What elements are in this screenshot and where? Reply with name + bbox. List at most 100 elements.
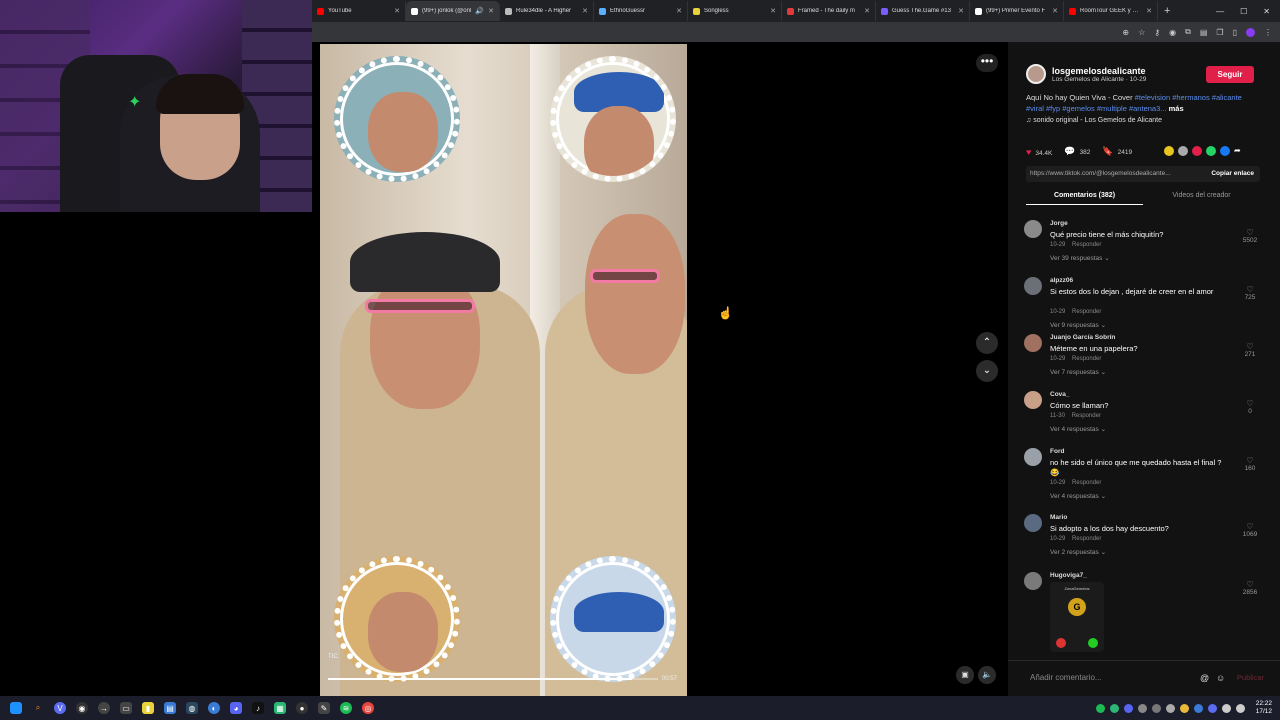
comment-avatar[interactable] [1024, 220, 1042, 238]
extension-key-icon[interactable]: ⚷ [1154, 28, 1160, 37]
close-tab-icon[interactable]: ✕ [770, 7, 776, 15]
close-tab-icon[interactable]: ✕ [582, 7, 588, 15]
obs-icon[interactable]: ● [296, 702, 308, 714]
tray-network-icon[interactable] [1221, 703, 1231, 713]
close-window-button[interactable]: ✕ [1263, 7, 1270, 16]
reply-button[interactable]: Responder [1072, 242, 1101, 248]
add-comment-input[interactable]: Añadir comentario... [1030, 673, 1102, 682]
close-tab-icon[interactable]: ✕ [488, 7, 494, 15]
extensions-puzzle-icon[interactable]: ⧉ [1185, 27, 1191, 37]
tray-app-icon[interactable] [1109, 703, 1119, 713]
tray-vpn-icon[interactable] [1207, 703, 1217, 713]
maximize-button[interactable]: ☐ [1240, 7, 1247, 16]
video-progress-bar[interactable] [328, 678, 658, 680]
reading-list-icon[interactable]: ▤ [1200, 28, 1208, 37]
close-tab-icon[interactable]: ✕ [1146, 7, 1152, 15]
extension-shield-icon[interactable]: ◉ [1169, 28, 1176, 37]
comment-username[interactable]: Cova_ [1050, 391, 1070, 398]
browser-icon[interactable]: ◐ [208, 702, 220, 714]
tool-icon[interactable]: ▮ [142, 702, 154, 714]
comment-image[interactable]: ZonaGemelos G [1050, 582, 1104, 652]
tab-creator-videos[interactable]: Videos del creador [1143, 192, 1260, 205]
video-player[interactable]: TIC 00:57 [320, 44, 687, 696]
files-icon[interactable]: ▤ [164, 702, 176, 714]
tray-discord-icon[interactable] [1123, 703, 1133, 713]
close-tab-icon[interactable]: ✕ [394, 7, 400, 15]
share-whatsapp-icon[interactable] [1206, 146, 1216, 156]
view-replies-button[interactable]: Ver 2 respuestas ⌄ [1050, 548, 1106, 556]
share-more-icon[interactable]: ➦ [1234, 146, 1244, 156]
sidebar-icon[interactable]: ▯ [1233, 28, 1237, 37]
comment-avatar[interactable] [1024, 334, 1042, 352]
search-icon[interactable]: ⌕ [32, 702, 44, 714]
tray-spotify-icon[interactable] [1095, 703, 1105, 713]
comment-stat[interactable]: 💬 382 [1064, 146, 1090, 157]
comment-username[interactable]: Jorge [1050, 220, 1068, 227]
copy-link-button[interactable]: Copiar enlace [1211, 166, 1254, 182]
reply-button[interactable]: Responder [1072, 309, 1101, 315]
view-replies-button[interactable]: Ver 7 respuestas ⌄ [1050, 368, 1106, 376]
tiktok-app-icon[interactable]: ♪ [252, 702, 264, 714]
speaker-icon[interactable]: 🔊 [475, 7, 484, 15]
reply-button[interactable]: Responder [1072, 480, 1101, 486]
author-avatar[interactable] [1026, 64, 1046, 84]
reply-button[interactable]: Responder [1072, 413, 1101, 419]
vpn-icon[interactable]: V [54, 702, 66, 714]
close-tab-icon[interactable]: ✕ [676, 7, 682, 15]
comment-username[interactable]: Ford [1050, 448, 1064, 455]
reply-button[interactable]: Responder [1072, 356, 1101, 362]
share-facebook-icon[interactable] [1220, 146, 1230, 156]
previous-video-button[interactable]: ⌃ [976, 332, 998, 354]
view-replies-button[interactable]: Ver 4 respuestas ⌄ [1050, 425, 1106, 433]
app-icon[interactable]: ◉ [76, 702, 88, 714]
comment-like[interactable]: ♡ 0 [1240, 399, 1260, 415]
close-tab-icon[interactable]: ✕ [1052, 7, 1058, 15]
bookmark-star-icon[interactable]: ☆ [1138, 28, 1145, 37]
comment-like[interactable]: ♡ 725 [1240, 285, 1260, 301]
view-replies-button[interactable]: Ver 4 respuestas ⌄ [1050, 492, 1106, 500]
spotify-icon[interactable]: ≋ [340, 702, 352, 714]
edit-icon[interactable]: ✎ [318, 702, 330, 714]
comment-username[interactable]: Hugoviga7_ [1050, 572, 1087, 579]
next-video-button[interactable]: ⌄ [976, 360, 998, 382]
close-tab-icon[interactable]: ✕ [958, 7, 964, 15]
tray-bluetooth-icon[interactable] [1193, 703, 1203, 713]
comment-avatar[interactable] [1024, 514, 1042, 532]
share-tiktok-icon[interactable] [1192, 146, 1202, 156]
close-tab-icon[interactable]: ✕ [864, 7, 870, 15]
comment-like[interactable]: ♡ 271 [1240, 342, 1260, 358]
reply-button[interactable]: Responder [1072, 536, 1101, 542]
tab-rule34dle[interactable]: Rule34dle - A Higher ✕ [500, 1, 594, 21]
tab-framed[interactable]: Framed - The daily m ✕ [782, 1, 876, 21]
bookmarks-icon[interactable]: ❐ [1216, 28, 1223, 37]
post-link[interactable]: https://www.tiktok.com/@losgemelosdealic… [1030, 170, 1171, 177]
clock[interactable]: 22:22 17/12 [1256, 700, 1272, 716]
chrome-icon[interactable]: ◎ [362, 702, 374, 714]
profile-avatar[interactable] [1246, 27, 1255, 37]
comment-avatar[interactable] [1024, 391, 1042, 409]
gamepad-icon[interactable]: ▭ [120, 702, 132, 714]
steam-icon[interactable]: ◍ [186, 702, 198, 714]
tab-primer-evento[interactable]: (99+) Primer Evento F ✕ [970, 1, 1064, 21]
view-replies-button[interactable]: Ver 39 respuestas ⌄ [1050, 254, 1110, 262]
comment-like[interactable]: ♡ 1069 [1240, 522, 1260, 538]
install-app-icon[interactable]: ⊕ [1122, 28, 1129, 37]
comment-username[interactable]: alpzz06 [1050, 277, 1073, 284]
discord-icon[interactable]: ◕ [230, 702, 242, 714]
comment-like[interactable]: ♡ 160 [1240, 456, 1260, 472]
more-options-button[interactable]: ••• [976, 54, 998, 72]
post-comment-button[interactable]: Publicar [1237, 673, 1264, 682]
tray-folder-icon[interactable] [1179, 703, 1189, 713]
tab-comments[interactable]: Comentarios (382) [1026, 192, 1143, 205]
tab-youtube[interactable]: YouTube ✕ [312, 1, 406, 21]
windows-start-icon[interactable] [10, 702, 22, 714]
mention-icon[interactable]: @ [1200, 673, 1209, 683]
tab-ethnoguessr[interactable]: EthnoGuessr ✕ [594, 1, 688, 21]
save-stat[interactable]: 🔖 2419 [1102, 146, 1132, 157]
author-username[interactable]: losgemelosdealicante [1052, 66, 1146, 76]
more-link[interactable]: más [1169, 104, 1184, 113]
tray-shield-icon[interactable] [1165, 703, 1175, 713]
minimize-button[interactable]: — [1216, 7, 1224, 16]
tab-songless[interactable]: Songless ✕ [688, 1, 782, 21]
like-stat[interactable]: ♥ 34.4K [1026, 147, 1052, 157]
